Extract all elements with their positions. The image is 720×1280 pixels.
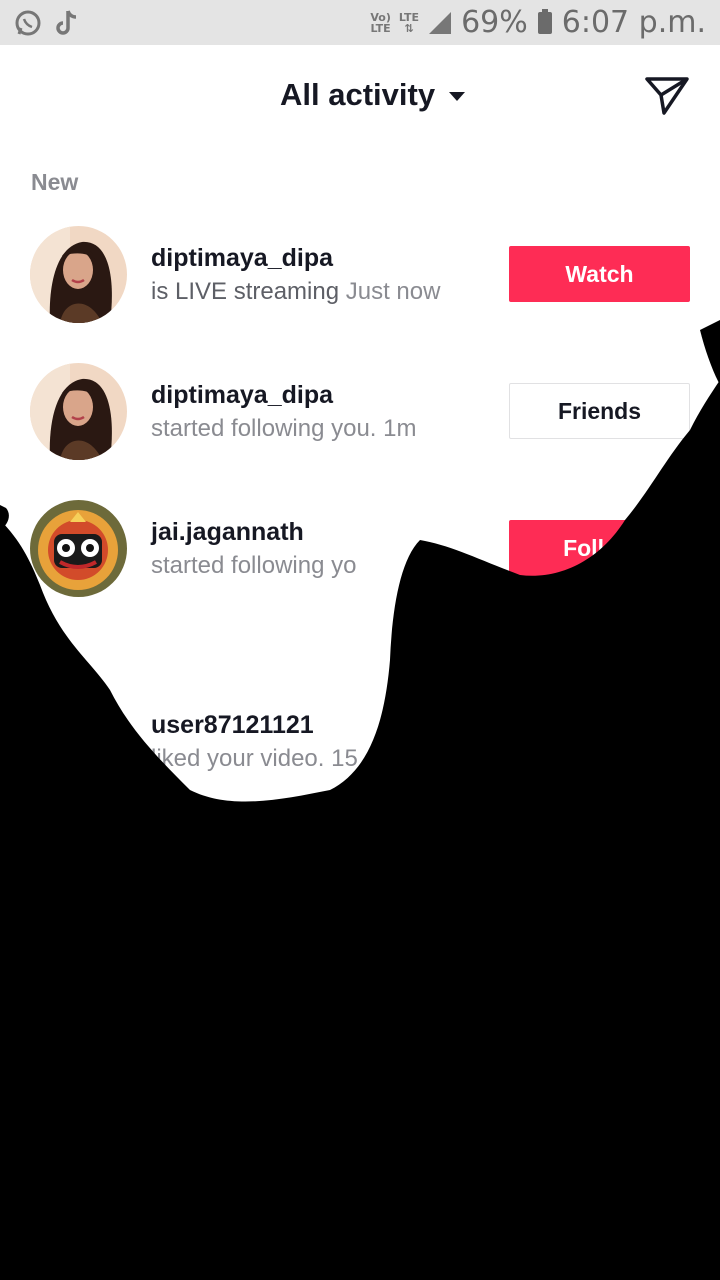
- activity-screen: All activity New diptimaya_dipa is LIVE …: [0, 45, 720, 1280]
- watch-button[interactable]: Watch: [509, 246, 690, 302]
- battery-percent: 69%: [461, 5, 528, 40]
- clock: 6:07 p.m.: [561, 5, 706, 40]
- activity-filter-dropdown[interactable]: All activity: [280, 77, 466, 113]
- notification-row[interactable]: diptimaya_dipa is LIVE streaming Just no…: [0, 226, 720, 326]
- friends-button[interactable]: Friends: [509, 383, 690, 439]
- volte-indicator: Vo) LTE: [370, 10, 391, 35]
- notification-text: liked your video. 15: [151, 745, 358, 772]
- notification-text: started following yo: [151, 552, 357, 579]
- notification-row[interactable]: jai.jagannath started following yo Follo…: [0, 500, 720, 600]
- timestamp: Just now: [345, 278, 441, 305]
- section-header-new: New: [31, 169, 79, 195]
- avatar[interactable]: [30, 500, 127, 597]
- notification-row[interactable]: diptimaya_dipa started following you. 1m…: [0, 363, 720, 463]
- status-bar: Vo) LTE LTE ⇅ 69% 6:07 p.m.: [0, 0, 720, 45]
- username[interactable]: jai.jagannath: [151, 518, 304, 547]
- whatsapp-icon: [15, 10, 41, 35]
- username[interactable]: diptimaya_dipa: [151, 244, 333, 273]
- lte-indicator: LTE ⇅: [398, 10, 420, 35]
- paper-plane-icon[interactable]: [644, 75, 690, 117]
- notification-text: is LIVE streaming Just now: [151, 278, 441, 305]
- avatar[interactable]: [30, 226, 127, 323]
- battery-icon: [537, 8, 552, 34]
- tiktok-icon: [56, 9, 77, 35]
- section-header-yesterday: day: [31, 637, 71, 663]
- avatar[interactable]: [30, 363, 127, 460]
- header: All activity: [0, 45, 720, 145]
- notification-row[interactable]: user87121121 liked your video. 15: [0, 693, 720, 793]
- chevron-down-icon: [449, 91, 466, 101]
- signal-icon: [429, 11, 452, 34]
- follow-button[interactable]: Follow: [509, 520, 690, 576]
- username[interactable]: user87121121: [151, 711, 314, 740]
- timestamp: 1m: [383, 415, 417, 442]
- username[interactable]: diptimaya_dipa: [151, 381, 333, 410]
- page-title: All activity: [280, 77, 436, 112]
- notification-text: started following you. 1m: [151, 415, 417, 442]
